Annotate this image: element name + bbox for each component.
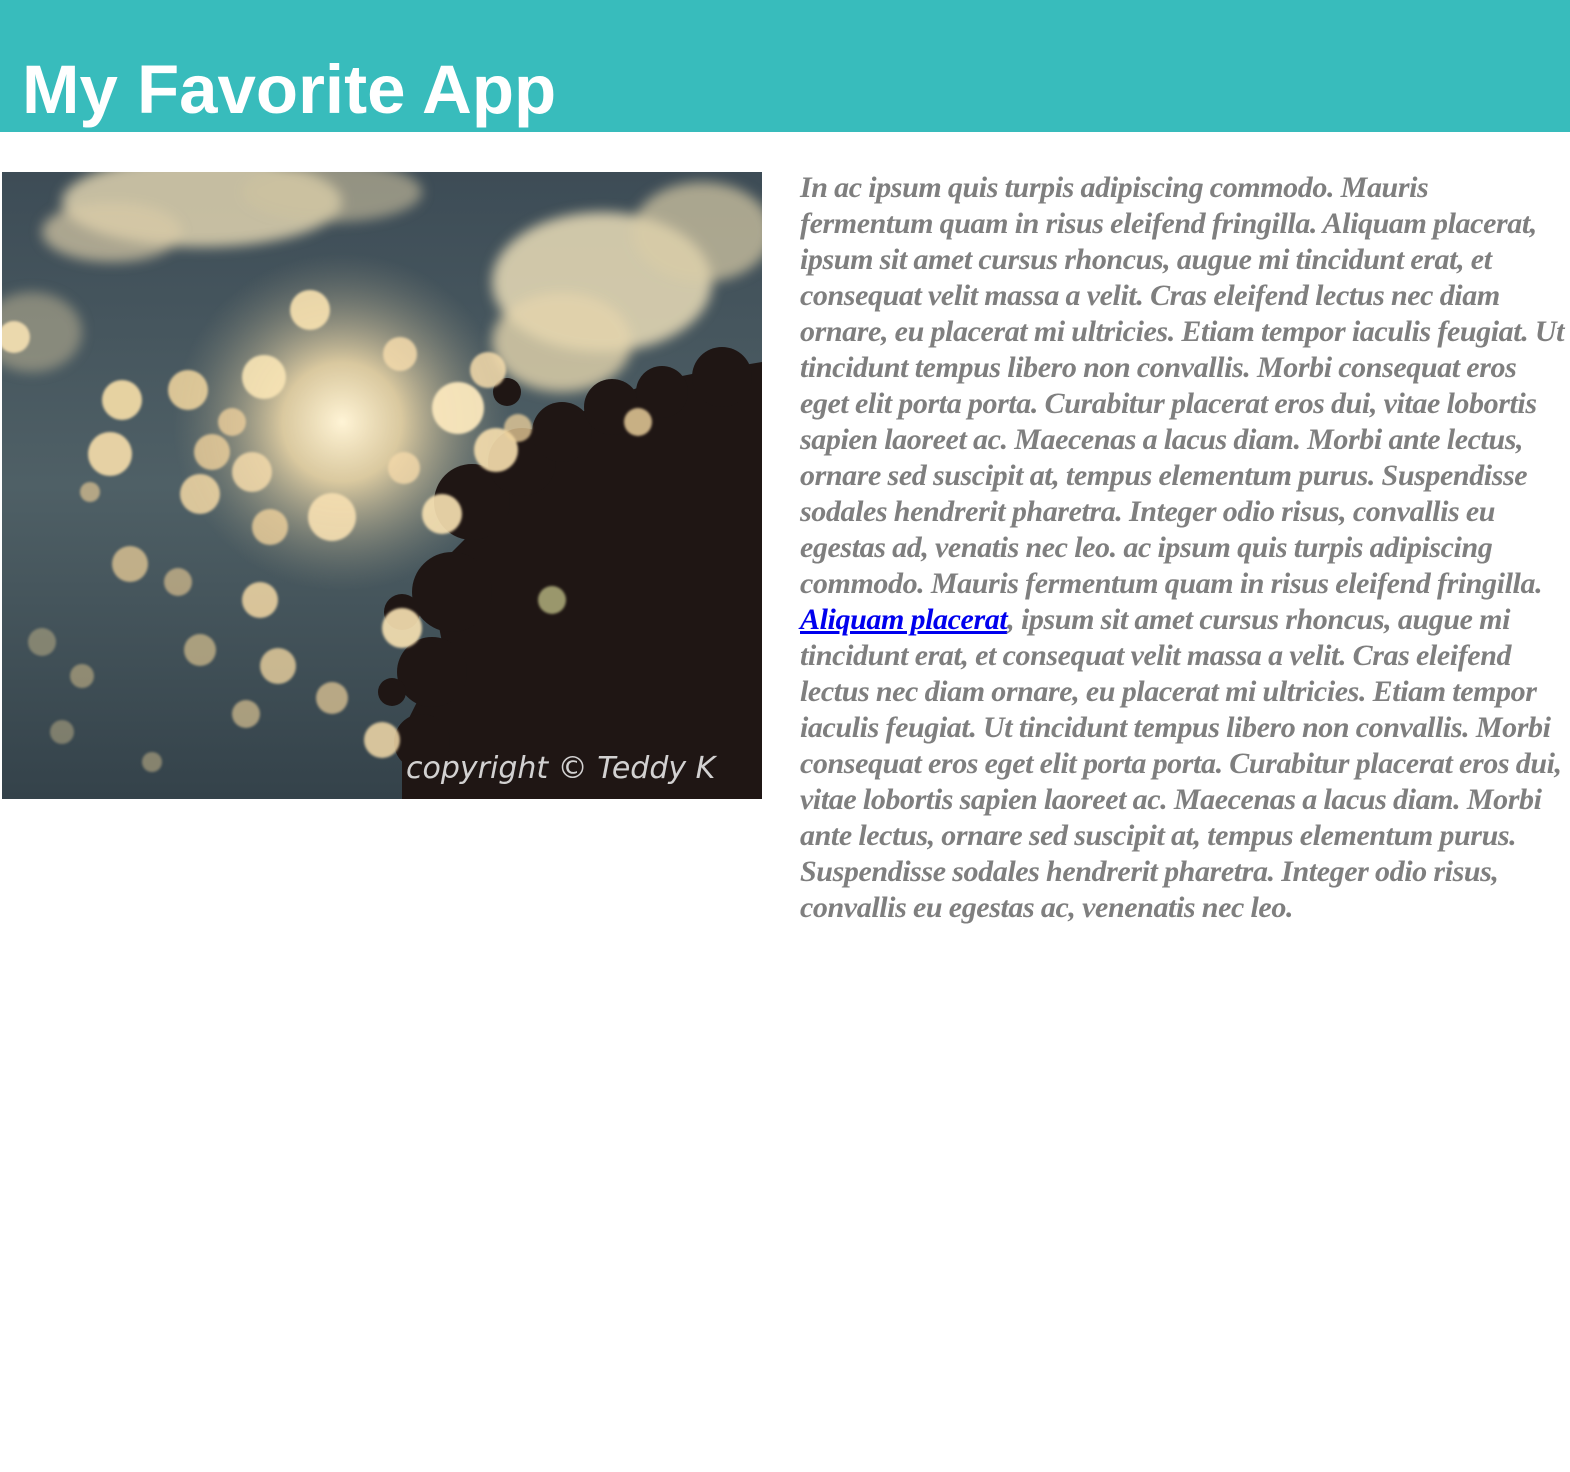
photo-watermark: copyright © Teddy K [406, 751, 718, 786]
app-title: My Favorite App [22, 51, 557, 128]
article-text-before-link: In ac ipsum quis turpis adipiscing commo… [800, 171, 1565, 600]
aliquam-placerat-link[interactable]: Aliquam placerat [800, 603, 1008, 636]
hero-photo: copyright © Teddy K [2, 172, 762, 799]
bokeh-photo-graphic: copyright © Teddy K [2, 172, 762, 799]
article-text-after-link: , ipsum sit amet cursus rhoncus, augue m… [800, 603, 1562, 924]
app-header: My Favorite App [0, 0, 1570, 132]
article-paragraph: In ac ipsum quis turpis adipiscing commo… [800, 170, 1566, 926]
